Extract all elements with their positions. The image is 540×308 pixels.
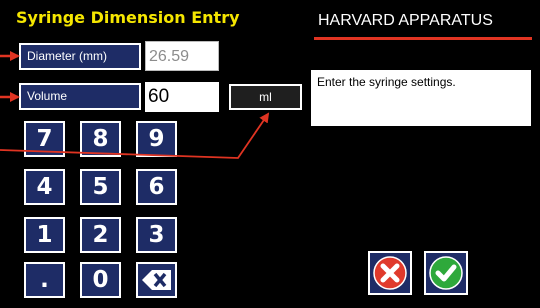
- key-1[interactable]: 1: [24, 217, 65, 253]
- diameter-button[interactable]: Diameter (mm): [19, 43, 141, 70]
- key-7[interactable]: 7: [24, 121, 65, 157]
- key-0[interactable]: 0: [80, 262, 121, 298]
- cancel-button[interactable]: [368, 251, 412, 295]
- diameter-value[interactable]: 26.59: [145, 41, 219, 71]
- key-3[interactable]: 3: [136, 217, 177, 253]
- volume-value[interactable]: 60: [145, 82, 219, 112]
- key-9[interactable]: 9: [136, 121, 177, 157]
- key-5[interactable]: 5: [80, 169, 121, 205]
- unit-button[interactable]: ml: [229, 84, 302, 110]
- volume-button[interactable]: Volume: [19, 83, 141, 110]
- syringe-entry-screen: Syringe Dimension Entry HARVARD APPARATU…: [0, 0, 540, 308]
- key-8[interactable]: 8: [80, 121, 121, 157]
- backspace-button[interactable]: [136, 262, 177, 298]
- key-4[interactable]: 4: [24, 169, 65, 205]
- key-6[interactable]: 6: [136, 169, 177, 205]
- page-title: Syringe Dimension Entry: [16, 8, 240, 27]
- confirm-check-icon: [429, 256, 463, 290]
- backspace-icon: [142, 270, 171, 290]
- brand-underline: [314, 37, 532, 40]
- key-2[interactable]: 2: [80, 217, 121, 253]
- message-box: Enter the syringe settings.: [311, 70, 531, 126]
- cancel-x-icon: [373, 256, 407, 290]
- brand-name: HARVARD APPARATUS: [318, 12, 493, 29]
- confirm-button[interactable]: [424, 251, 468, 295]
- key-decimal[interactable]: .: [24, 262, 65, 298]
